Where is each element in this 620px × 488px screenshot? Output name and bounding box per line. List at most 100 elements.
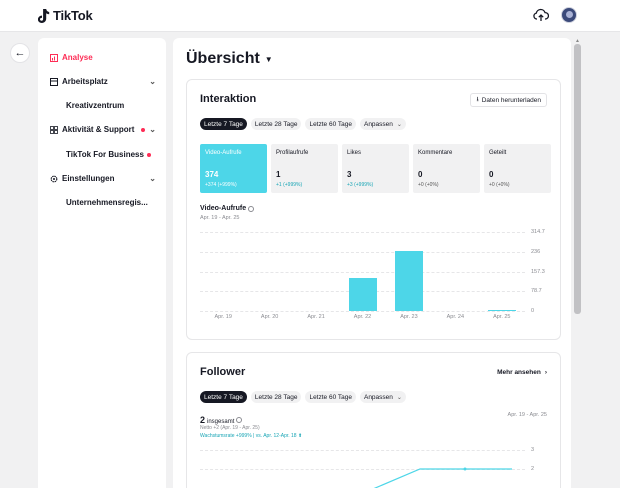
sidebar-item-analyse[interactable]: Analyse [50, 53, 156, 62]
brand-name: TikTok [53, 8, 93, 23]
chevron-down-icon: ⌄ [149, 174, 156, 183]
follower-net: Netto +2 (Apr. 19 - Apr. 25) [200, 425, 260, 431]
custom-range-dropdown[interactable]: Anpassen ⌄ [359, 118, 406, 130]
notification-dot [146, 153, 151, 157]
avatar[interactable] [561, 7, 577, 23]
metric-label: Kommentare [418, 150, 453, 156]
x-tick-label: Apr. 23 [400, 314, 418, 320]
metric-value: 3 [347, 170, 352, 179]
scrollbar-thumb[interactable] [574, 44, 581, 314]
page-title[interactable]: Übersicht ▼ [186, 50, 273, 68]
tiktok-logo[interactable]: TikTok [38, 8, 93, 23]
follower-series-line [373, 468, 512, 488]
info-icon[interactable] [236, 417, 243, 423]
sidebar-item-arbeitsplatz[interactable]: Arbeitsplatz ⌄ [50, 77, 156, 86]
follower-range: Apr. 19 - Apr. 25 [507, 412, 547, 418]
follower-growth: Wachstumsrate +999% | vs. Apr. 12-Apr. 1… [200, 433, 303, 439]
sidebar-item-label: Analyse [62, 53, 93, 62]
sidebar-item-aktivitaet[interactable]: Aktivität & Support ⌄ [50, 125, 156, 134]
cloud-upload-icon[interactable] [533, 8, 549, 22]
follower-range-tabs: Letzte 7 Tage Letzte 28 Tage Letzte 60 T… [200, 391, 406, 403]
metric-profile-views[interactable]: Profilaufrufe 1 +1 (+999%) [271, 144, 338, 193]
arrow-left-icon: ← [14, 47, 26, 59]
metric-comments[interactable]: Kommentare 0 +0 (+0%) [413, 144, 480, 193]
range-tab-60[interactable]: Letzte 60 Tage [305, 118, 356, 130]
y-tick-label: 3 [531, 447, 535, 453]
metric-value: 0 [418, 170, 423, 179]
more-link[interactable]: Mehr ansehen › [497, 369, 547, 376]
metric-likes[interactable]: Likes 3 +3 (+999%) [342, 144, 409, 193]
x-tick-label: Apr. 22 [353, 314, 372, 320]
range-tab-7[interactable]: Letzte 7 Tage [200, 118, 247, 130]
follower-line-chart [373, 467, 512, 488]
metric-video-views[interactable]: Video-Aufrufe 374 +374 (+999%) [200, 144, 267, 193]
info-icon[interactable] [248, 205, 255, 212]
y-tick-label: 314.7 [531, 229, 545, 235]
sidebar-item-tiktok-business[interactable]: TikTok For Business [66, 150, 151, 159]
range-tab-7[interactable]: Letzte 7 Tage [200, 391, 247, 403]
follower-card: Follower Mehr ansehen › Letzte 7 Tage Le… [186, 352, 561, 488]
sidebar-item-kreativzentrum[interactable]: Kreativzentrum [66, 101, 124, 110]
metric-change: +1 (+999%) [276, 182, 303, 188]
custom-range-label: Anpassen [363, 120, 393, 128]
metric-label: Geteilt [489, 150, 507, 156]
metric-change: +3 (+999%) [347, 182, 374, 188]
metric-value: 0 [489, 170, 494, 179]
tiktok-note-icon [38, 8, 50, 23]
sidebar-item-label: Arbeitsplatz [62, 77, 108, 86]
workspace-icon [50, 77, 58, 86]
metric-label: Likes [347, 150, 362, 156]
chevron-right-icon: › [544, 369, 547, 376]
chart-title: Video-Aufrufe [200, 205, 255, 212]
chevron-down-icon: ⌄ [149, 125, 156, 134]
x-tick-label: Apr. 25 [493, 314, 511, 320]
y-tick-label: 0 [531, 308, 535, 314]
sidebar-item-label: TikTok For Business [66, 150, 144, 159]
metric-change: +0 (+0%) [418, 182, 439, 188]
interaktion-card: Interaktion ⭳ Daten herunterladen Letzte… [186, 79, 561, 340]
sidebar: Analyse Arbeitsplatz ⌄ Kreativzentrum Ak… [38, 38, 166, 488]
sidebar-item-unternehmensregister[interactable]: Unternehmensregis... [66, 198, 148, 207]
notification-dot [141, 127, 146, 132]
page-title-text: Übersicht [186, 50, 260, 67]
download-button[interactable]: ⭳ Daten herunterladen [470, 93, 547, 107]
metric-label: Profilaufrufe [276, 150, 309, 156]
custom-range-dropdown[interactable]: Anpassen ⌄ [359, 391, 406, 403]
metric-shares[interactable]: Geteilt 0 +0 (+0%) [484, 144, 551, 193]
gridline [200, 232, 525, 233]
interaktion-range-tabs: Letzte 7 Tage Letzte 28 Tage Letzte 60 T… [200, 118, 406, 130]
gridline [200, 311, 525, 312]
range-tab-60[interactable]: Letzte 60 Tage [305, 391, 356, 403]
chart-bar[interactable] [394, 250, 423, 311]
follower-title: Follower [200, 366, 246, 378]
custom-range-label: Anpassen [363, 393, 393, 401]
follower-point [463, 467, 467, 471]
metric-change: +0 (+0%) [489, 182, 510, 188]
gridline [200, 271, 525, 273]
top-bar: TikTok [0, 0, 620, 32]
download-label: Daten herunterladen [481, 96, 541, 104]
range-tab-28[interactable]: Letzte 28 Tage [250, 391, 302, 403]
gridline [200, 450, 525, 451]
bar-chart-icon [50, 53, 58, 62]
chart-bar[interactable] [348, 278, 377, 311]
chevron-down-icon: ⌄ [396, 121, 402, 128]
follower-total-value: 2 [200, 415, 206, 425]
metrics-row: Video-Aufrufe 374 +374 (+999%) Profilauf… [200, 144, 551, 193]
back-button[interactable]: ← [10, 43, 30, 63]
gear-icon [50, 175, 58, 182]
y-tick-label: 236 [531, 248, 541, 255]
chevron-down-icon: ⌄ [396, 394, 402, 401]
chart-bar[interactable] [487, 310, 516, 311]
x-tick-label: Apr. 24 [446, 314, 465, 320]
chart-title-text: Video-Aufrufe [200, 205, 247, 212]
sidebar-item-einstellungen[interactable]: Einstellungen ⌄ [50, 174, 156, 183]
chevron-down-icon: ⌄ [149, 77, 156, 86]
metric-value: 374 [205, 170, 219, 179]
range-tab-28[interactable]: Letzte 28 Tage [250, 118, 302, 130]
metric-value: 1 [276, 170, 281, 179]
chart-range: Apr. 19 - Apr. 25 [200, 215, 240, 221]
y-tick-label: 78.7 [531, 288, 542, 295]
metric-change: +374 (+999%) [205, 182, 237, 188]
more-label: Mehr ansehen [497, 369, 541, 376]
